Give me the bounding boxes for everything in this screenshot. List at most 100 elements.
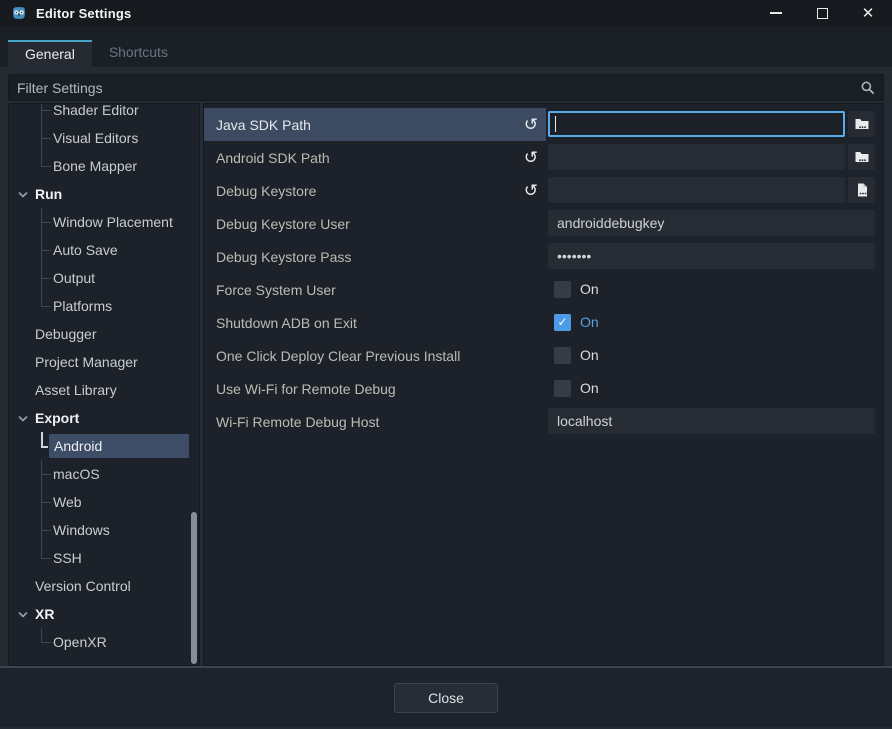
file-icon bbox=[854, 182, 870, 198]
text-input[interactable]: localhost bbox=[548, 408, 875, 434]
tree-item-debugger[interactable]: Debugger bbox=[9, 320, 199, 348]
tree-item-run[interactable]: Run bbox=[9, 180, 199, 208]
checkbox-state-label: On bbox=[580, 314, 599, 330]
tree-item-asset-library[interactable]: Asset Library bbox=[9, 376, 199, 404]
input-value: androiddebugkey bbox=[557, 215, 664, 231]
revert-icon[interactable]: ↺ bbox=[520, 180, 542, 202]
tree-item-label: Auto Save bbox=[53, 242, 118, 258]
setting-label-cell[interactable]: Shutdown ADB on Exit bbox=[204, 306, 546, 339]
tree-item-version-control[interactable]: Version Control bbox=[9, 572, 199, 600]
tree-item-label: Run bbox=[35, 186, 62, 202]
checkbox-use-wi-fi-for-remote-debug[interactable] bbox=[554, 380, 571, 397]
input-value: ••••••• bbox=[557, 248, 591, 264]
revert-icon[interactable]: ↺ bbox=[520, 147, 542, 169]
tab-bar: GeneralShortcuts bbox=[0, 26, 892, 67]
minimize-icon bbox=[770, 12, 782, 14]
settings-tree-panel: Shader Editor Visual Editors Bone Mapper Ru… bbox=[8, 103, 200, 666]
setting-label-cell[interactable]: Debug Keystore↺ bbox=[204, 174, 546, 207]
close-button[interactable]: Close bbox=[394, 683, 498, 713]
setting-row-shutdown-adb-on-exit: Shutdown ADB on Exit ✓ On bbox=[204, 306, 883, 339]
input-value: localhost bbox=[557, 413, 612, 429]
setting-label-cell[interactable]: Android SDK Path↺ bbox=[204, 141, 546, 174]
tree-item-export[interactable]: Export bbox=[9, 404, 199, 432]
checkbox-state-label: On bbox=[580, 380, 599, 396]
title-bar: Editor Settings ✕ bbox=[0, 0, 892, 26]
setting-value-cell: ✓ On bbox=[546, 306, 883, 339]
tree-item-window-placement[interactable]: Window Placement bbox=[9, 208, 199, 236]
window-title: Editor Settings bbox=[36, 6, 131, 21]
tree-item-label: Android bbox=[49, 434, 189, 458]
setting-label-cell[interactable]: Debug Keystore User bbox=[204, 207, 546, 240]
tab-shortcuts[interactable]: Shortcuts bbox=[92, 40, 185, 67]
tree-item-openxr[interactable]: OpenXR bbox=[9, 628, 199, 656]
tree-item-auto-save[interactable]: Auto Save bbox=[9, 236, 199, 264]
tree-item-output[interactable]: Output bbox=[9, 264, 199, 292]
tree-item-label: Platforms bbox=[53, 298, 112, 314]
setting-label: Java SDK Path bbox=[216, 117, 520, 133]
tree-item-visual-editors[interactable]: Visual Editors bbox=[9, 124, 199, 152]
dialog-footer: Close bbox=[0, 666, 892, 727]
tree-item-windows[interactable]: Windows bbox=[9, 516, 199, 544]
folder-icon bbox=[854, 149, 870, 165]
checkbox-force-system-user[interactable] bbox=[554, 281, 571, 298]
tree-item-project-manager[interactable]: Project Manager bbox=[9, 348, 199, 376]
setting-value-cell bbox=[546, 174, 883, 207]
tree-item-label: Debugger bbox=[35, 326, 97, 342]
browse-button[interactable] bbox=[848, 111, 875, 137]
revert-icon[interactable]: ↺ bbox=[520, 114, 542, 136]
setting-label-cell[interactable]: Wi-Fi Remote Debug Host bbox=[204, 405, 546, 438]
maximize-icon bbox=[817, 8, 828, 19]
tree-item-label: SSH bbox=[53, 550, 82, 566]
tree-item-android[interactable]: Android bbox=[9, 432, 199, 460]
setting-label-cell[interactable]: Use Wi-Fi for Remote Debug bbox=[204, 372, 546, 405]
setting-label-cell[interactable]: Debug Keystore Pass bbox=[204, 240, 546, 273]
tree-item-label: Metadata bbox=[35, 662, 93, 666]
tree-item-label: Asset Library bbox=[35, 382, 117, 398]
setting-label: Debug Keystore Pass bbox=[216, 249, 546, 265]
text-input[interactable]: androiddebugkey bbox=[548, 210, 875, 236]
tree-item-metadata[interactable]: Metadata bbox=[9, 656, 199, 666]
sidebar-scrollbar-thumb[interactable] bbox=[191, 512, 197, 664]
minimize-button[interactable] bbox=[768, 5, 784, 21]
setting-label-cell[interactable]: Force System User bbox=[204, 273, 546, 306]
checkbox-state-label: On bbox=[580, 281, 599, 297]
tree-item-label: Version Control bbox=[35, 578, 131, 594]
close-window-button[interactable]: ✕ bbox=[860, 5, 876, 21]
folder-icon bbox=[854, 116, 870, 132]
tree-item-macos[interactable]: macOS bbox=[9, 460, 199, 488]
checkbox-one-click-deploy-clear-previous-install[interactable] bbox=[554, 347, 571, 364]
godot-logo-icon bbox=[10, 4, 28, 22]
text-input[interactable] bbox=[548, 177, 845, 203]
setting-label-cell[interactable]: Java SDK Path↺ bbox=[204, 108, 546, 141]
tab-general[interactable]: General bbox=[8, 40, 92, 67]
checkbox-shutdown-adb-on-exit[interactable]: ✓ bbox=[554, 314, 571, 331]
tree-item-ssh[interactable]: SSH bbox=[9, 544, 199, 572]
tree-item-label: Visual Editors bbox=[53, 130, 138, 146]
text-input[interactable] bbox=[548, 111, 845, 137]
maximize-button[interactable] bbox=[814, 5, 830, 21]
tree-item-web[interactable]: Web bbox=[9, 488, 199, 516]
dialog-content: Shader Editor Visual Editors Bone Mapper Ru… bbox=[0, 67, 892, 666]
tree-item-shader-editor[interactable]: Shader Editor bbox=[9, 103, 199, 124]
setting-label-cell[interactable]: One Click Deploy Clear Previous Install bbox=[204, 339, 546, 372]
setting-value-cell bbox=[546, 141, 883, 174]
setting-label: Force System User bbox=[216, 282, 546, 298]
browse-button[interactable] bbox=[848, 177, 875, 203]
setting-row-force-system-user: Force System User On bbox=[204, 273, 883, 306]
browse-button[interactable] bbox=[848, 144, 875, 170]
tree-item-xr[interactable]: XR bbox=[9, 600, 199, 628]
text-input[interactable] bbox=[548, 144, 845, 170]
setting-row-wi-fi-remote-debug-host: Wi-Fi Remote Debug Host localhost bbox=[204, 405, 883, 438]
filter-settings-input[interactable] bbox=[17, 80, 854, 96]
setting-row-java-sdk-path: Java SDK Path↺ bbox=[204, 108, 883, 141]
tree-item-bone-mapper[interactable]: Bone Mapper bbox=[9, 152, 199, 180]
tree-item-label: Output bbox=[53, 270, 95, 286]
tree-item-platforms[interactable]: Platforms bbox=[9, 292, 199, 320]
setting-row-android-sdk-path: Android SDK Path↺ bbox=[204, 141, 883, 174]
text-caret bbox=[555, 116, 556, 132]
password-input[interactable]: ••••••• bbox=[548, 243, 875, 269]
setting-label: Shutdown ADB on Exit bbox=[216, 315, 546, 331]
tree-item-label: XR bbox=[35, 606, 54, 622]
setting-row-debug-keystore-user: Debug Keystore User androiddebugkey bbox=[204, 207, 883, 240]
settings-tree: Shader Editor Visual Editors Bone Mapper Ru… bbox=[9, 103, 199, 666]
